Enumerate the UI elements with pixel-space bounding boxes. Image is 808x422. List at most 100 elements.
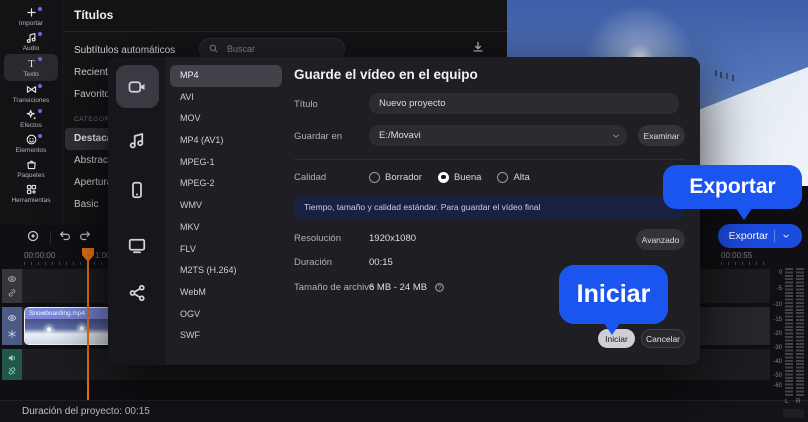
sidebar-item-label: Elementos	[15, 147, 47, 154]
format-option[interactable]: SWF	[166, 325, 286, 347]
exportar-callout: Exportar	[663, 165, 802, 220]
sidebar-item-transiciones[interactable]: Transiciones	[4, 81, 58, 106]
dialog-title: Guarde el vídeo en el equipo	[294, 67, 478, 82]
quality-radio-borrador[interactable]: Borrador	[369, 171, 422, 183]
meter-scale-label: -20	[773, 331, 782, 337]
ruler-tick	[31, 262, 32, 265]
format-option[interactable]: OGV	[166, 304, 286, 326]
advanced-button[interactable]: Avanzado	[636, 229, 685, 250]
chevron-down-icon[interactable]	[611, 131, 621, 141]
timeline-clip[interactable]: Snowboarding.mp4	[24, 307, 112, 345]
playhead-marker[interactable]	[82, 248, 94, 262]
radio-dot	[441, 174, 446, 180]
chevron-down-icon[interactable]	[781, 231, 791, 241]
dialog-sidebar	[108, 57, 166, 365]
search-input[interactable]	[225, 42, 336, 55]
audio-level-meter: 0 -5 -10 -15 -20 -30 -40 -50 -60 L R	[772, 262, 806, 422]
meter-channel-label: R	[796, 398, 801, 405]
format-option[interactable]: MP4	[170, 65, 282, 87]
save-path-select[interactable]: E:/Movavi	[369, 125, 627, 146]
eye-icon[interactable]	[7, 313, 17, 323]
download-icon[interactable]	[471, 40, 485, 54]
format-option[interactable]: MPEG-2	[166, 173, 286, 195]
meter-scale-label: -10	[773, 302, 782, 308]
tv-icon[interactable]	[127, 235, 147, 255]
category-item-basic[interactable]: Basic	[65, 194, 107, 216]
divider	[294, 159, 684, 160]
ruler-tick	[721, 262, 722, 265]
radio-circle	[437, 171, 449, 183]
cancel-button[interactable]: Cancelar	[641, 329, 685, 348]
sidebar-item-herramientas[interactable]: Herramientas	[4, 181, 58, 206]
format-option[interactable]: FLV	[166, 239, 286, 261]
format-option[interactable]: MP4 (AV1)	[166, 130, 286, 152]
format-option[interactable]: MOV	[166, 108, 286, 130]
sidebar-item-label: Audio	[22, 45, 40, 52]
search-box[interactable]	[199, 38, 345, 59]
snowflake-icon[interactable]	[7, 329, 17, 339]
ruler-timecode-right: 00:00:55	[721, 251, 753, 260]
exportar-callout-text: Exportar	[689, 175, 776, 198]
format-option[interactable]: AVI	[166, 87, 286, 109]
meter-readout	[783, 409, 804, 418]
browse-button[interactable]: Examinar	[638, 125, 685, 146]
link-icon[interactable]	[7, 288, 17, 298]
quality-radio-group: Borrador Buena Alta	[369, 170, 530, 184]
sidebar-item-elementos[interactable]: Elementos	[4, 131, 58, 156]
format-option[interactable]: WebM	[166, 282, 286, 304]
button-divider	[774, 230, 776, 242]
undo-icon[interactable]	[58, 229, 72, 243]
meter-column-right	[796, 268, 804, 396]
record-icon[interactable]	[26, 229, 40, 243]
sidebar-item-audio[interactable]: Audio	[4, 29, 58, 54]
package-icon	[25, 158, 38, 171]
ruler-ticks[interactable]	[24, 262, 102, 265]
sidebar-item-label: Paquetes	[17, 172, 45, 179]
callout-tail	[603, 322, 621, 335]
sidebar-item-efectos[interactable]: Efectos	[4, 106, 58, 131]
ruler-ticks[interactable]	[721, 262, 764, 265]
music-note-icon[interactable]	[127, 130, 147, 150]
ruler-timecode-start: 00:00:00	[24, 251, 56, 260]
transitions-icon	[25, 83, 38, 96]
video-camera-icon[interactable]	[127, 77, 147, 97]
svg-text:?: ?	[438, 285, 441, 291]
sidebar-item-label: Efectos	[20, 122, 42, 129]
meter-scale-label: -60	[773, 383, 782, 389]
meter-channel-label: L	[785, 398, 789, 405]
music-icon	[25, 31, 38, 44]
meter-column-left	[785, 268, 793, 396]
help-icon[interactable]: ?	[434, 282, 445, 293]
svg-text:T: T	[28, 59, 35, 70]
resolution-label: Resolución	[294, 233, 341, 244]
sidebar-item-texto[interactable]: T Texto	[4, 54, 58, 81]
volume-icon[interactable]	[7, 353, 17, 363]
sidebar-item-paquetes[interactable]: Paquetes	[4, 156, 58, 181]
link-off-icon[interactable]	[7, 366, 17, 376]
sidebar-item-importar[interactable]: Importar	[4, 4, 58, 29]
format-option[interactable]: WMV	[166, 195, 286, 217]
format-option[interactable]: MKV	[166, 217, 286, 239]
export-button[interactable]: Exportar	[718, 224, 802, 248]
quality-radio-alta[interactable]: Alta	[497, 171, 530, 183]
tools-icon	[25, 183, 38, 196]
meter-scale-label: 0	[778, 270, 782, 276]
clip-thumbnail	[25, 319, 111, 344]
trees-image	[715, 70, 717, 76]
toolbar-divider	[50, 231, 51, 244]
phone-icon[interactable]	[127, 180, 147, 200]
quality-radio-buena[interactable]: Buena	[437, 171, 481, 183]
title-field-label: Título	[294, 99, 318, 110]
redo-icon[interactable]	[78, 229, 92, 243]
notification-dot	[38, 32, 42, 36]
notification-dot	[38, 57, 42, 61]
project-title-input[interactable]: Nuevo proyecto	[369, 93, 679, 114]
duration-label: Duración	[294, 257, 333, 268]
format-option[interactable]: MPEG-1	[166, 152, 286, 174]
notification-dot	[38, 84, 42, 88]
eye-icon[interactable]	[7, 274, 17, 284]
ruler-tick	[38, 262, 39, 265]
format-option[interactable]: M2TS (H.264)	[166, 260, 286, 282]
playhead-line[interactable]	[87, 250, 89, 400]
share-icon[interactable]	[127, 283, 147, 303]
